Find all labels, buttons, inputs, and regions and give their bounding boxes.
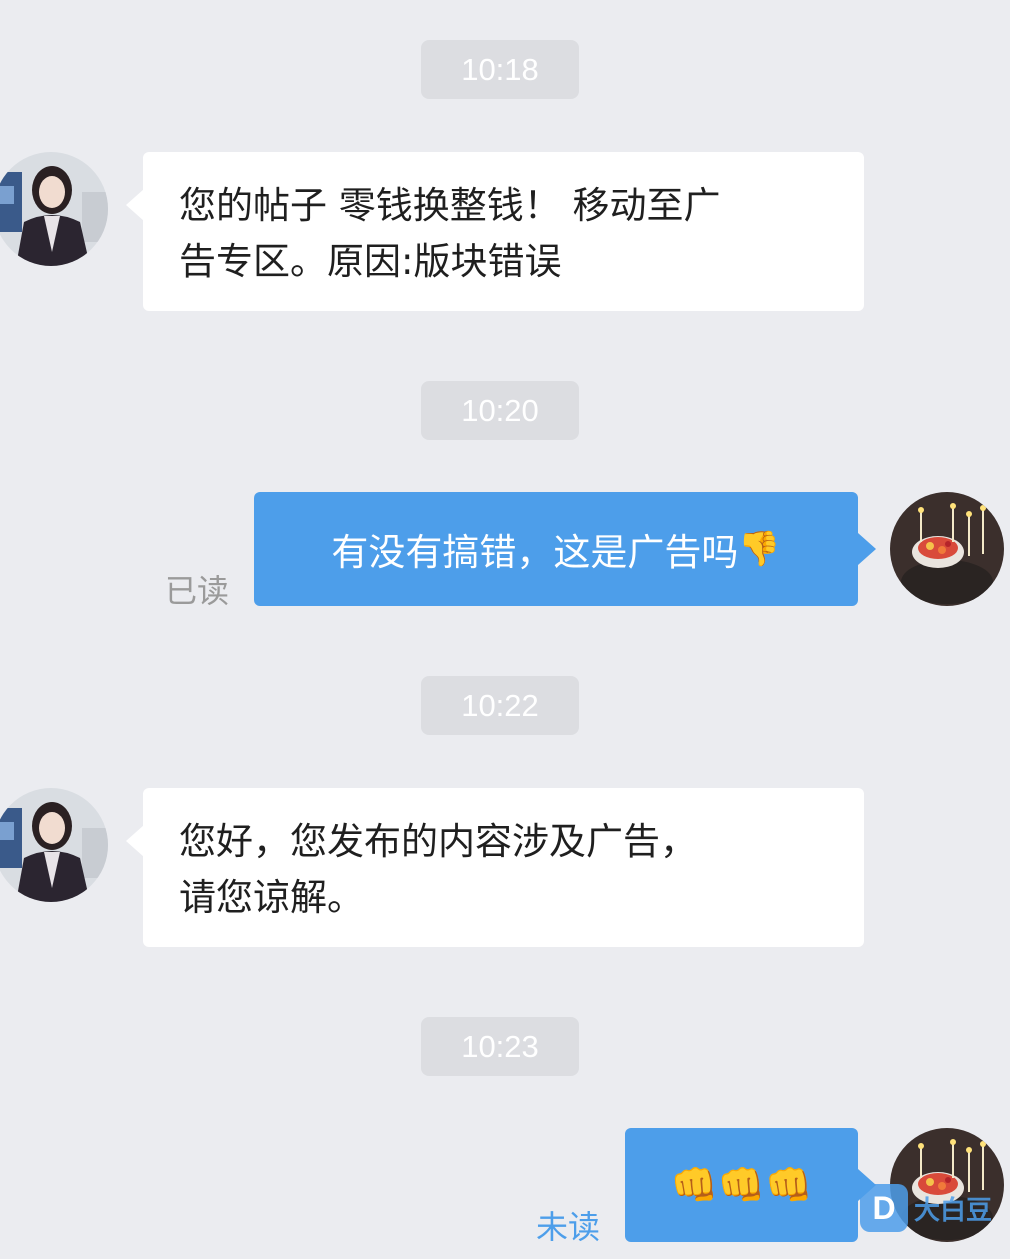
message-text: 有没有搞错，这是广告吗 bbox=[331, 531, 739, 574]
fist-bump-icon: 👊👊👊 bbox=[670, 1163, 813, 1207]
watermark-logo: D 大白豆 bbox=[858, 1178, 1008, 1238]
message-text-line: 您的帖子 零钱换整钱！ 移动至广 bbox=[179, 184, 721, 227]
thumbs-down-icon: 👎 bbox=[738, 529, 781, 569]
contact-avatar[interactable] bbox=[0, 788, 108, 902]
incoming-message-bubble[interactable]: 您的帖子 零钱换整钱！ 移动至广 告专区。原因:版块错误 bbox=[143, 152, 864, 311]
d-logo-icon: D bbox=[860, 1184, 908, 1232]
outgoing-message-bubble[interactable]: 有没有搞错，这是广告吗 👎 bbox=[254, 492, 858, 606]
contact-avatar[interactable] bbox=[0, 152, 108, 266]
timestamp: 10:20 bbox=[421, 381, 579, 440]
my-avatar[interactable] bbox=[890, 492, 1004, 606]
timestamp: 10:23 bbox=[421, 1017, 579, 1076]
message-text-line: 您好，您发布的内容涉及广告， bbox=[179, 820, 697, 863]
timestamp: 10:18 bbox=[421, 40, 579, 99]
svg-text:D: D bbox=[872, 1190, 895, 1226]
outgoing-message-bubble[interactable]: 👊👊👊 bbox=[625, 1128, 858, 1242]
read-status-label: 已读 bbox=[165, 572, 230, 610]
message-text-line: 告专区。原因:版块错误 bbox=[179, 240, 562, 283]
message-text-line: 请您谅解。 bbox=[179, 876, 364, 919]
watermark-text: 大白豆 bbox=[914, 1195, 993, 1226]
unread-status-label: 未读 bbox=[536, 1208, 601, 1246]
incoming-message-bubble[interactable]: 您好，您发布的内容涉及广告， 请您谅解。 bbox=[143, 788, 864, 947]
timestamp: 10:22 bbox=[421, 676, 579, 735]
